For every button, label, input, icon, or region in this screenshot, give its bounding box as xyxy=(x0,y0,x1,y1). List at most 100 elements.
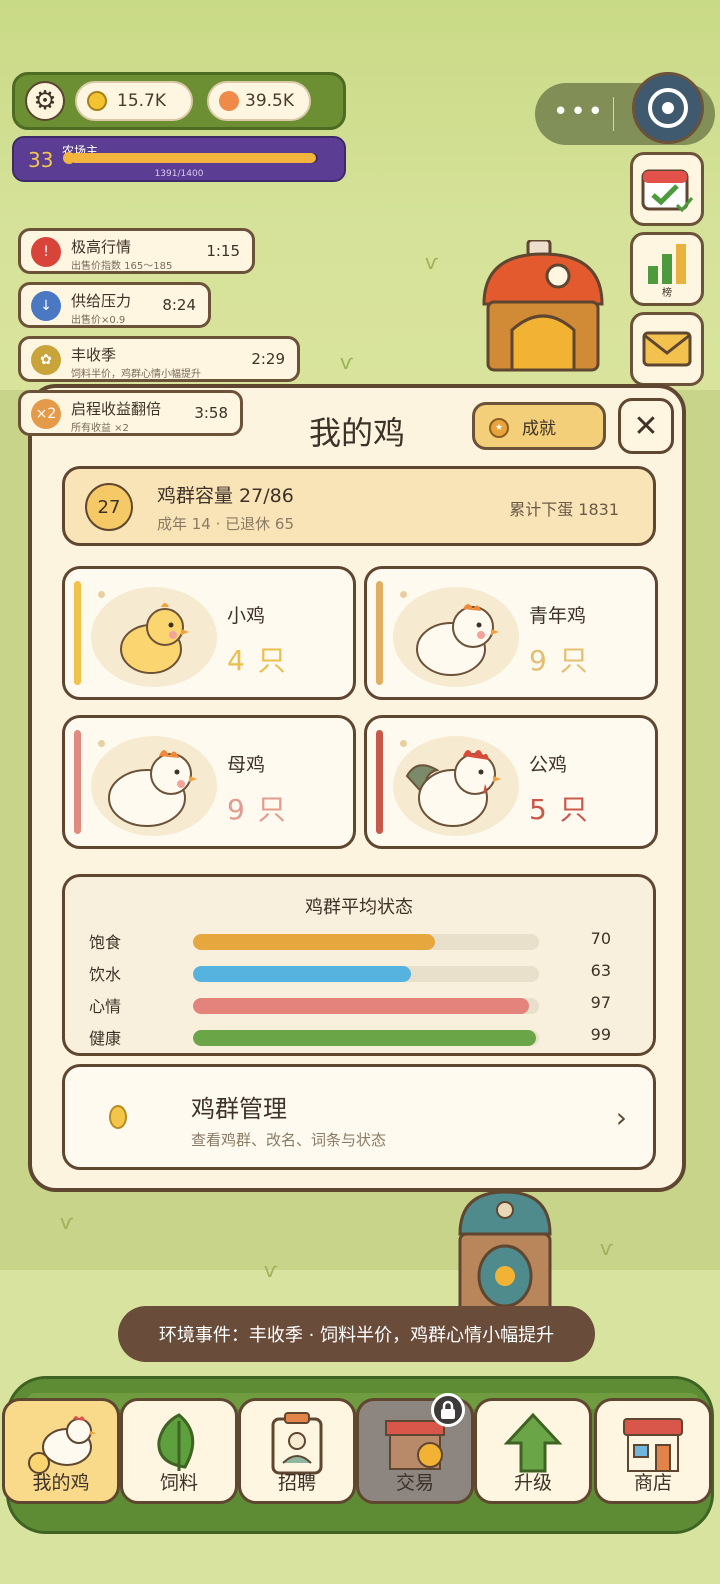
target-globe-icon xyxy=(648,88,688,128)
nav-label: 交易 xyxy=(395,1472,434,1494)
status-fill xyxy=(193,998,529,1014)
management-title: 鸡群管理 xyxy=(191,1095,287,1123)
flock-management-button[interactable]: 鸡群管理 查看鸡群、改名、词条与状态 › xyxy=(62,1064,656,1170)
card-count: 4 只 xyxy=(227,644,288,677)
card-accent-stripe xyxy=(74,581,81,685)
settings-gear-icon[interactable]: ⚙ xyxy=(25,81,65,121)
achievement-button[interactable]: ★ 成就 xyxy=(472,402,606,450)
down-arrow-icon: ↓ xyxy=(31,291,61,321)
leaderboard-button[interactable]: 榜 xyxy=(630,232,704,306)
event-title: 启程收益翻倍 xyxy=(71,400,162,418)
chick-icon xyxy=(120,603,189,674)
event-subtitle: 饲料半价，鸡群心情小幅提升 xyxy=(71,369,201,380)
alert-icon: ! xyxy=(31,237,61,267)
status-track xyxy=(193,1030,539,1046)
mail-button[interactable] xyxy=(630,312,704,386)
nav-shop[interactable]: 商店 xyxy=(594,1398,712,1504)
xp-fill xyxy=(70,153,317,163)
shop-icon xyxy=(597,1409,709,1477)
nav-label: 升级 xyxy=(513,1472,552,1494)
management-subtitle: 查看鸡群、改名、词条与状态 xyxy=(191,1131,387,1149)
oven-building[interactable] xyxy=(478,240,608,380)
up-arrow-icon xyxy=(477,1409,589,1477)
grass-tuft-icon: ѵ xyxy=(60,1210,74,1234)
nav-recruit[interactable]: 招聘 xyxy=(238,1398,356,1504)
event-timer: 3:58 xyxy=(194,404,228,422)
leaf-icon xyxy=(123,1409,235,1477)
status-track xyxy=(193,966,539,982)
status-row-water: 饮水 63 xyxy=(89,961,635,985)
hen-card[interactable]: 母鸡 9 只 xyxy=(62,715,356,849)
rooster-card[interactable]: 公鸡 5 只 xyxy=(364,715,658,849)
resource-hud: ⚙ 15.7K 39.5K xyxy=(12,72,346,130)
event-tag-harvest[interactable]: ✿ 丰收季 饲料半价，鸡群心情小幅提升 2:29 xyxy=(18,336,300,382)
nav-feed[interactable]: 饲料 xyxy=(120,1398,238,1504)
hen-icon xyxy=(108,750,197,827)
nav-trade[interactable]: 交易 xyxy=(356,1393,474,1504)
card-name: 青年鸡 xyxy=(529,605,587,627)
status-track xyxy=(193,998,539,1014)
event-title: 供给压力 xyxy=(71,292,132,310)
wheat-icon: ✿ xyxy=(31,345,61,375)
event-subtitle: 出售价×0.9 xyxy=(71,315,126,326)
capacity-title: 鸡群容量 27/86 xyxy=(157,485,294,507)
gem-amount: 39.5K xyxy=(245,91,294,111)
daily-checkin-button[interactable] xyxy=(630,152,704,226)
coin-amount: 15.7K xyxy=(117,91,166,111)
rooster-avatar xyxy=(393,736,519,836)
toast-text: 环境事件：丰收季 · 饲料半价，鸡群心情小幅提升 xyxy=(158,1325,555,1346)
card-count: 5 只 xyxy=(529,793,590,826)
close-button[interactable]: ✕ xyxy=(618,398,674,454)
capacity-badge: 27 xyxy=(85,483,133,531)
xp-text: 1391/1400 xyxy=(154,169,204,179)
nav-my-chickens[interactable]: 我的鸡 xyxy=(2,1398,120,1504)
chicken-icon xyxy=(5,1409,117,1477)
envelope-icon xyxy=(642,331,692,367)
status-value: 97 xyxy=(590,993,611,1012)
grass-tuft-icon: ѵ xyxy=(340,350,354,374)
status-label: 饱食 xyxy=(89,933,122,952)
event-tag-double-income[interactable]: ×2 启程收益翻倍 所有收益 ×2 3:58 xyxy=(18,390,243,436)
status-row-mood: 心情 97 xyxy=(89,993,635,1017)
status-label: 健康 xyxy=(89,1029,122,1048)
status-label: 饮水 xyxy=(89,965,122,984)
young-chicken-card[interactable]: 青年鸡 9 只 xyxy=(364,566,658,700)
event-tag-market[interactable]: ! 极高行情 出售价指数 165～185 1:15 xyxy=(18,228,255,274)
card-count: 9 只 xyxy=(529,644,590,677)
card-name: 小鸡 xyxy=(227,605,266,627)
capsule-divider xyxy=(613,97,614,131)
card-accent-stripe xyxy=(376,581,383,685)
chick-card[interactable]: 小鸡 4 只 xyxy=(62,566,356,700)
grass-tuft-icon: ѵ xyxy=(425,250,439,274)
nav-label: 饲料 xyxy=(159,1472,198,1494)
calendar-check-icon xyxy=(641,169,694,213)
world-map-button[interactable] xyxy=(632,72,704,144)
gem-icon xyxy=(219,91,239,111)
event-timer: 8:24 xyxy=(162,296,196,314)
status-fill xyxy=(193,1030,536,1046)
event-title: 丰收季 xyxy=(71,346,117,364)
grass-tuft-icon: ѵ xyxy=(600,1236,614,1260)
event-title: 极高行情 xyxy=(71,238,132,256)
nav-upgrade[interactable]: 升级 xyxy=(474,1398,592,1504)
golden-egg-icon xyxy=(109,1105,127,1129)
status-fill xyxy=(193,966,411,982)
double-multiplier-icon: ×2 xyxy=(31,399,61,429)
background-field-top xyxy=(0,0,720,390)
status-title: 鸡群平均状态 xyxy=(305,897,413,918)
status-row-satiety: 饱食 70 xyxy=(89,929,635,953)
coin-counter: 15.7K xyxy=(75,81,193,121)
event-timer: 2:29 xyxy=(251,350,285,368)
nav-label: 我的鸡 xyxy=(32,1472,90,1494)
more-options-icon[interactable]: ••• xyxy=(553,99,605,125)
xp-marker xyxy=(63,152,75,164)
nav-label: 招聘 xyxy=(277,1472,316,1494)
capacity-subtitle: 成年 14 · 已退休 65 xyxy=(157,515,295,533)
id-badge-icon xyxy=(241,1409,353,1477)
clock-tower-building[interactable] xyxy=(452,1190,558,1320)
card-accent-stripe xyxy=(74,730,81,834)
flock-status-card: 鸡群平均状态 饱食 70 饮水 63 心情 97 健康 99 xyxy=(62,874,656,1056)
event-tag-supply[interactable]: ↓ 供给压力 出售价×0.9 8:24 xyxy=(18,282,211,328)
card-count: 9 只 xyxy=(227,793,288,826)
status-value: 99 xyxy=(590,1025,611,1044)
